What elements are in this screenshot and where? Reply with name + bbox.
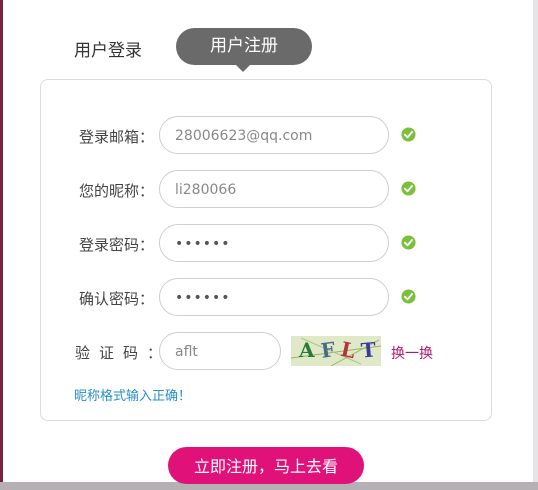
nickname-field[interactable]: li280066 [159,170,389,208]
email-label: 登录邮箱： [79,128,155,146]
password-field[interactable]: •••••• [159,224,389,262]
check-circle-icon [401,289,416,304]
captcha-image[interactable]: A F L T [291,336,381,366]
tab-register[interactable]: 用户注册 [176,28,312,72]
validation-hint: 昵称格式输入正确！ [74,389,192,404]
confirm-password-row: 确认密码： •••••• [41,278,491,318]
nickname-row: 您的昵称： li280066 [41,170,491,210]
tab-login[interactable]: 用户登录 [74,36,142,61]
captcha-label: 验证码： [75,344,172,362]
nickname-label: 您的昵称： [79,182,155,200]
captcha-row: 验证码： aflt A F L T 换一换 [41,332,491,372]
check-circle-icon [401,181,416,196]
captcha-refresh-link[interactable]: 换一换 [391,343,433,363]
window-edge-left [0,0,3,490]
confirm-password-field[interactable]: •••••• [159,278,389,316]
register-submit-button[interactable]: 立即注册，马上去看 [168,447,364,484]
confirm-password-label: 确认密码： [79,290,155,308]
password-row: 登录密码： •••••• [41,224,491,264]
captcha-char: T [359,337,377,363]
email-field[interactable]: 28006623@qq.com [159,116,389,154]
password-label: 登录密码： [79,236,155,254]
captcha-char: A [299,338,315,362]
check-circle-icon [401,127,416,142]
window-edge-right [533,0,538,490]
register-form-panel: 登录邮箱： 28006623@qq.com 您的昵称： li280066 登录密… [40,79,492,421]
email-row: 登录邮箱： 28006623@qq.com [41,116,491,156]
check-circle-icon [401,235,416,250]
captcha-field[interactable]: aflt [159,332,281,370]
